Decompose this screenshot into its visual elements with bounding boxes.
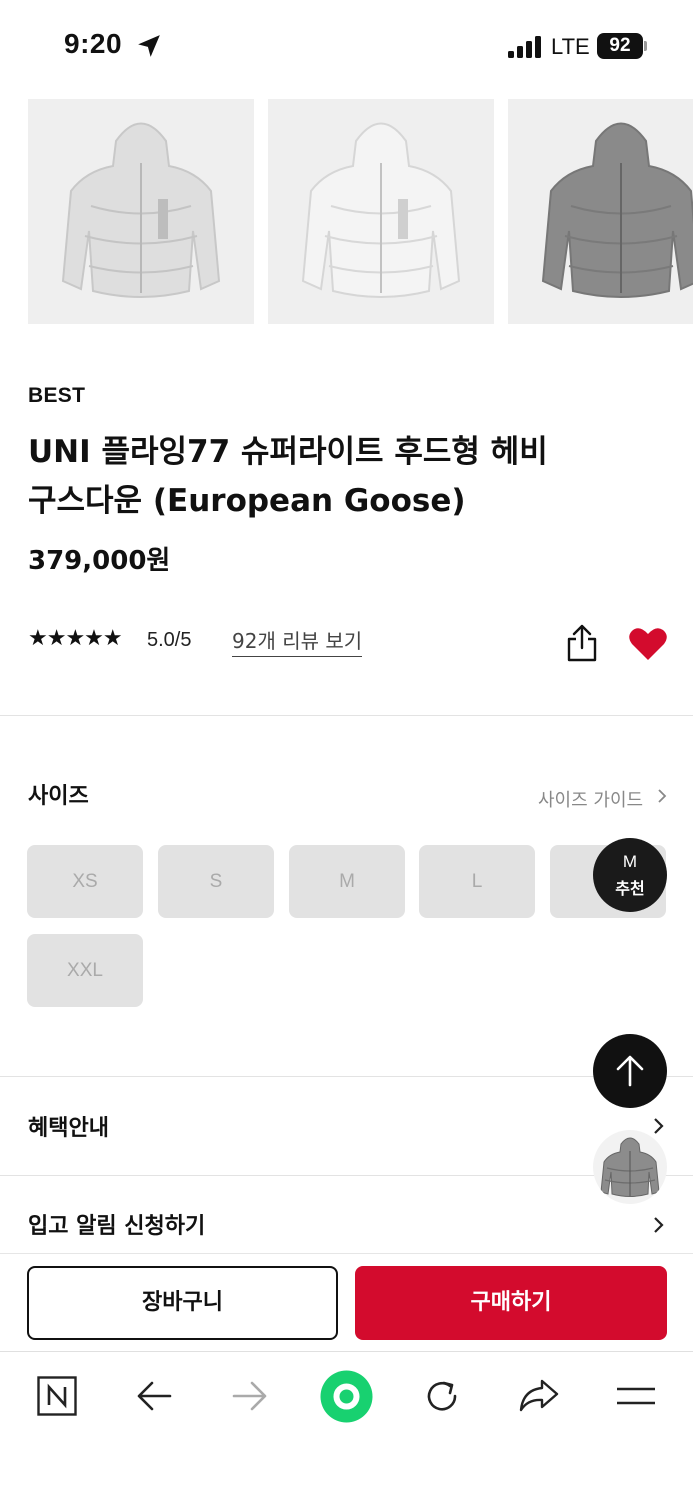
- buy-now-button[interactable]: 구매하기: [355, 1266, 667, 1340]
- jacket-image: [600, 1137, 660, 1197]
- network-type: LTE: [551, 34, 590, 59]
- recent-product-thumbnail[interactable]: [593, 1130, 667, 1204]
- product-title-line-1: UNI 플라잉77 슈퍼라이트 후드형 헤비: [28, 434, 548, 470]
- section-divider: [0, 715, 693, 716]
- benefits-row-label[interactable]: 혜택안내: [28, 1110, 109, 1142]
- jacket-image: [61, 122, 221, 298]
- size-option-xxl[interactable]: XXL: [27, 934, 143, 1007]
- thumbnail-dark-gray[interactable]: [508, 99, 693, 324]
- status-time: 9:20: [64, 28, 123, 59]
- product-thumbnails: [28, 99, 693, 334]
- rating-row: ★★★★★ 5.0/5 92개 리뷰 보기: [28, 622, 668, 662]
- size-section-label: 사이즈: [28, 784, 89, 809]
- section-divider: [0, 1076, 693, 1077]
- star-rating-icons: ★★★★★: [28, 626, 123, 651]
- best-badge: BEST: [28, 384, 86, 407]
- browser-toolbar: [0, 1351, 693, 1500]
- product-title-line-2: 구스다운 (European Goose): [28, 483, 466, 519]
- heart-icon[interactable]: [628, 626, 668, 662]
- product-title: UNI 플라잉77 슈퍼라이트 후드형 헤비 구스다운 (European Go…: [28, 428, 668, 526]
- jacket-image: [301, 122, 461, 298]
- status-bar: 9:20 LTE 92: [0, 0, 693, 94]
- chevron-right-icon[interactable]: [656, 786, 668, 806]
- rating-score: 5.0/5: [147, 629, 192, 651]
- size-option-l[interactable]: L: [419, 845, 535, 918]
- section-divider: [0, 1175, 693, 1176]
- share-arrow-icon[interactable]: [518, 1376, 560, 1416]
- purchase-action-bar: 장바구니 구매하기: [0, 1253, 693, 1351]
- naver-n-icon[interactable]: [37, 1376, 77, 1416]
- add-to-cart-button[interactable]: 장바구니: [27, 1266, 338, 1340]
- size-option-s[interactable]: S: [158, 845, 274, 918]
- chevron-right-icon[interactable]: [652, 1214, 666, 1236]
- battery-cap: [644, 41, 647, 51]
- size-recommendation-badge[interactable]: M 추천: [593, 838, 667, 912]
- refresh-icon[interactable]: [422, 1376, 462, 1416]
- arrow-right-icon[interactable]: [230, 1376, 270, 1416]
- battery-indicator: 92: [597, 33, 643, 59]
- scroll-top-button[interactable]: [593, 1034, 667, 1108]
- review-link[interactable]: 92개 리뷰 보기: [232, 625, 363, 657]
- arrow-left-icon[interactable]: [134, 1376, 174, 1416]
- product-price: 379,000원: [28, 546, 171, 576]
- restock-alert-row-label[interactable]: 입고 알림 신청하기: [28, 1208, 205, 1240]
- green-dot-icon[interactable]: [320, 1370, 373, 1423]
- location-arrow-icon: [138, 35, 160, 57]
- recommendation-label: 추천: [615, 879, 645, 898]
- size-guide-link[interactable]: 사이즈 가이드: [538, 786, 643, 812]
- jacket-image: [541, 122, 693, 298]
- signal-icon: [508, 36, 541, 58]
- size-option-m[interactable]: M: [289, 845, 405, 918]
- size-option-xs[interactable]: XS: [27, 845, 143, 918]
- menu-icon[interactable]: [615, 1380, 657, 1412]
- arrow-up-icon: [616, 1055, 644, 1087]
- share-icon[interactable]: [566, 624, 598, 662]
- recommended-size: M: [622, 852, 638, 871]
- chevron-right-icon[interactable]: [652, 1115, 666, 1137]
- thumbnail-light-gray[interactable]: [28, 99, 254, 324]
- thumbnail-white[interactable]: [268, 99, 494, 324]
